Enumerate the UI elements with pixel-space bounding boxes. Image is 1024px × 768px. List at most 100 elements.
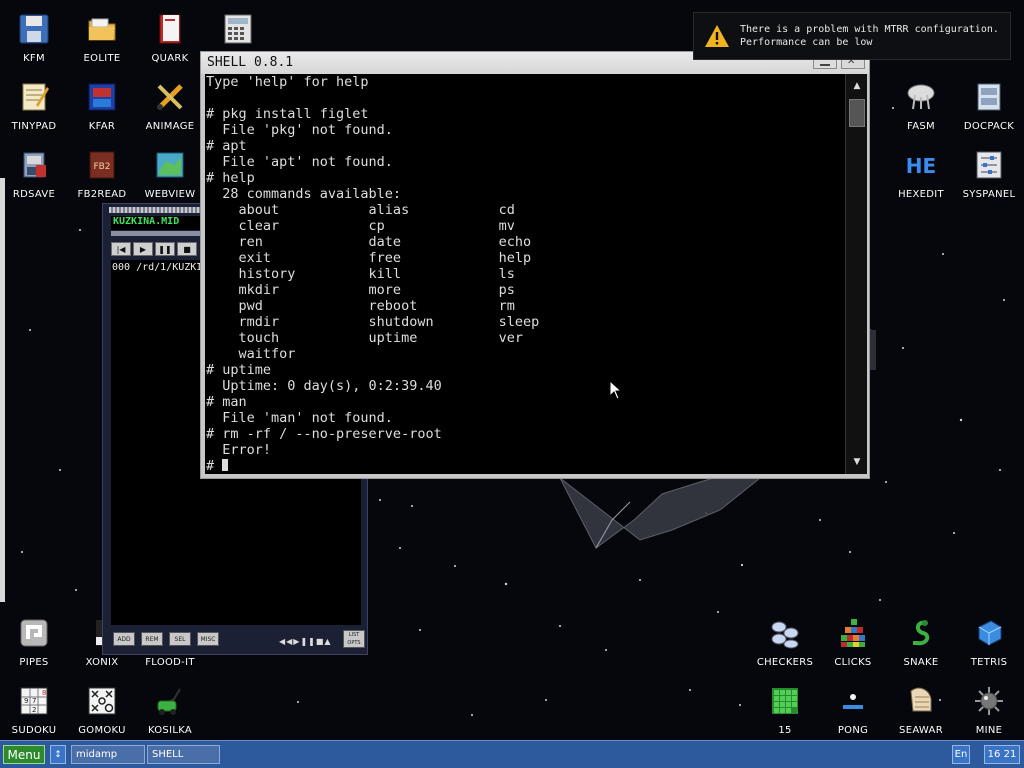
desktop-icon-webview[interactable]: WEBVIEW — [136, 139, 204, 203]
desktop-icon-syspanel[interactable]: SYSPANEL — [955, 139, 1023, 203]
notification-line-1: There is a problem with MTRR configurati… — [740, 24, 999, 35]
book-icon — [152, 11, 188, 47]
prompt-symbol: # — [206, 458, 215, 474]
desktop-icon-label: FASM — [907, 121, 935, 132]
taskbar: Menu ↕ midamp SHELL En 16 21 — [0, 740, 1024, 768]
warning-icon — [705, 25, 729, 47]
desktop-icon-label: DOCPACK — [963, 121, 1015, 132]
desktop-icon-pipes[interactable]: PIPES — [0, 607, 68, 671]
desktop-icon-label: FB2READ — [77, 189, 127, 200]
desktop-icon-label: WEBVIEW — [144, 189, 196, 200]
desktop-icon-mine[interactable]: MINE — [955, 675, 1023, 739]
menu-button[interactable]: Menu — [3, 745, 45, 764]
desktop-icon-tinypad[interactable]: TINYPAD — [0, 71, 68, 135]
track-name: KUZKINA.MID — [113, 216, 180, 227]
desktop-icon-label: CLICKS — [834, 657, 872, 668]
desktop-icon-label: QUARK — [151, 53, 189, 64]
desktop-icon-label: PIPES — [19, 657, 49, 668]
desktop-icon-sudoku[interactable]: 8 972 SUDOKU — [0, 675, 68, 739]
pipes-icon — [16, 615, 52, 651]
desktop-icon-fasm[interactable]: FASM — [887, 71, 955, 135]
misc-button[interactable]: MISC — [197, 632, 219, 646]
notification-popup[interactable]: There is a problem with MTRR configurati… — [693, 12, 1011, 60]
language-indicator[interactable]: En — [952, 745, 970, 764]
vertical-scrollbar[interactable]: ▲ ▼ — [845, 74, 867, 474]
desktop-icon-label: KFM — [23, 53, 45, 64]
floppy-icon — [16, 11, 52, 47]
desktop-icon-label: SEAWAR — [899, 725, 943, 736]
play-button[interactable]: ▶ — [133, 242, 153, 256]
desktop-icon-15[interactable]: 15 — [751, 675, 819, 739]
mini-controls[interactable]: ◀◀▶❚❚■▲ — [279, 637, 332, 646]
mouse-cursor-icon — [609, 380, 623, 400]
desktop-icon-snake[interactable]: SNAKE — [887, 607, 955, 671]
desktop-icon-label: TETRIS — [970, 657, 1008, 668]
seawar-icon — [903, 683, 939, 719]
svg-text:9: 9 — [24, 697, 28, 705]
desktop-icon-label: EOLITE — [83, 53, 121, 64]
calculator-icon — [220, 11, 256, 47]
desktop-icon-kfar[interactable]: KFAR — [68, 71, 136, 135]
desktop-icon-kosilka[interactable]: KOSILKA — [136, 675, 204, 739]
clicks-icon — [835, 615, 871, 651]
svg-text:8: 8 — [42, 689, 46, 697]
desktop-icon-label: XONIX — [85, 657, 119, 668]
desktop-icon-label: SUDOKU — [11, 725, 57, 736]
desktop-icon-kfm[interactable]: KFM — [0, 3, 68, 67]
playlist-buttons: ADD REM SEL MISC — [113, 632, 219, 646]
desktop-icon-clicks[interactable]: CLICKS — [819, 607, 887, 671]
desktop-icon-label: PONG — [837, 725, 869, 736]
notification-text: There is a problem with MTRR configurati… — [740, 23, 999, 49]
kfar-icon — [84, 79, 120, 115]
desktop-icon-quark[interactable]: QUARK — [136, 3, 204, 67]
previous-button[interactable]: |◀ — [111, 242, 131, 256]
desktop-icon-rdsave[interactable]: RDSAVE — [0, 139, 68, 203]
playlist-item[interactable]: 000 /rd/1/KUZKI — [112, 262, 202, 273]
remove-button[interactable]: REM — [141, 632, 163, 646]
terminal-text: Type 'help' for help # pkg install figle… — [206, 74, 540, 458]
desktop-icon-fb2read[interactable]: FB2 FB2READ — [68, 139, 136, 203]
folder-icon — [84, 11, 120, 47]
list-options-button[interactable]: LIST OPTS — [343, 630, 365, 648]
taskbar-item-midamp[interactable]: midamp — [71, 745, 145, 764]
add-button[interactable]: ADD — [113, 632, 135, 646]
select-button[interactable]: SEL — [169, 632, 191, 646]
fasm-icon — [903, 79, 939, 115]
gomoku-icon — [84, 683, 120, 719]
arrow-down-icon: ▼ — [853, 457, 861, 467]
rdsave-icon — [16, 147, 52, 183]
taskbar-item-shell[interactable]: SHELL — [147, 745, 220, 764]
checkers-icon — [767, 615, 803, 651]
svg-text:7: 7 — [32, 697, 36, 705]
paint-icon — [152, 79, 188, 115]
scroll-thumb[interactable] — [849, 99, 865, 127]
scroll-down-button[interactable]: ▼ — [847, 452, 867, 472]
shell-window[interactable]: SHELL 0.8.1 ✕ Type 'help' for help # pkg… — [200, 51, 870, 479]
pause-button[interactable]: ❚❚ — [155, 242, 175, 256]
desktop-icon-docpack[interactable]: DOCPACK — [955, 71, 1023, 135]
scroll-up-button[interactable]: ▲ — [847, 76, 867, 96]
notification-line-2: Performance can be low — [740, 37, 873, 48]
desktop-icon-eolite[interactable]: EOLITE — [68, 3, 136, 67]
desktop-icon-tetris[interactable]: TETRIS — [955, 607, 1023, 671]
desktop-icon-label: GOMOKU — [78, 725, 126, 736]
desktop-icon-checkers[interactable]: CHECKERS — [751, 607, 819, 671]
desktop-icon-label: 15 — [778, 725, 792, 736]
mine-icon — [971, 683, 1007, 719]
stop-button[interactable]: ■ — [177, 242, 197, 256]
desktop-icon-hexedit[interactable]: HE HEXEDIT — [887, 139, 955, 203]
terminal-prompt[interactable]: # — [205, 458, 845, 474]
svg-text:HE: HE — [906, 154, 936, 178]
desktop-icon-gomoku[interactable]: GOMOKU — [68, 675, 136, 739]
clock[interactable]: 16 21 — [984, 745, 1020, 764]
tetris-icon — [971, 615, 1007, 651]
desktop-icon-label: TINYPAD — [11, 121, 57, 132]
desktop-icon-pong[interactable]: PONG — [819, 675, 887, 739]
desktop-icon-animage[interactable]: ANIMAGE — [136, 71, 204, 135]
desktop-icon-seawar[interactable]: SEAWAR — [887, 675, 955, 739]
desktop-icon-label: ANIMAGE — [145, 121, 195, 132]
fifteen-icon — [767, 683, 803, 719]
terminal-output[interactable]: Type 'help' for help # pkg install figle… — [205, 74, 845, 474]
window-switcher-button[interactable]: ↕ — [50, 745, 66, 764]
hex-icon: HE — [903, 147, 939, 183]
